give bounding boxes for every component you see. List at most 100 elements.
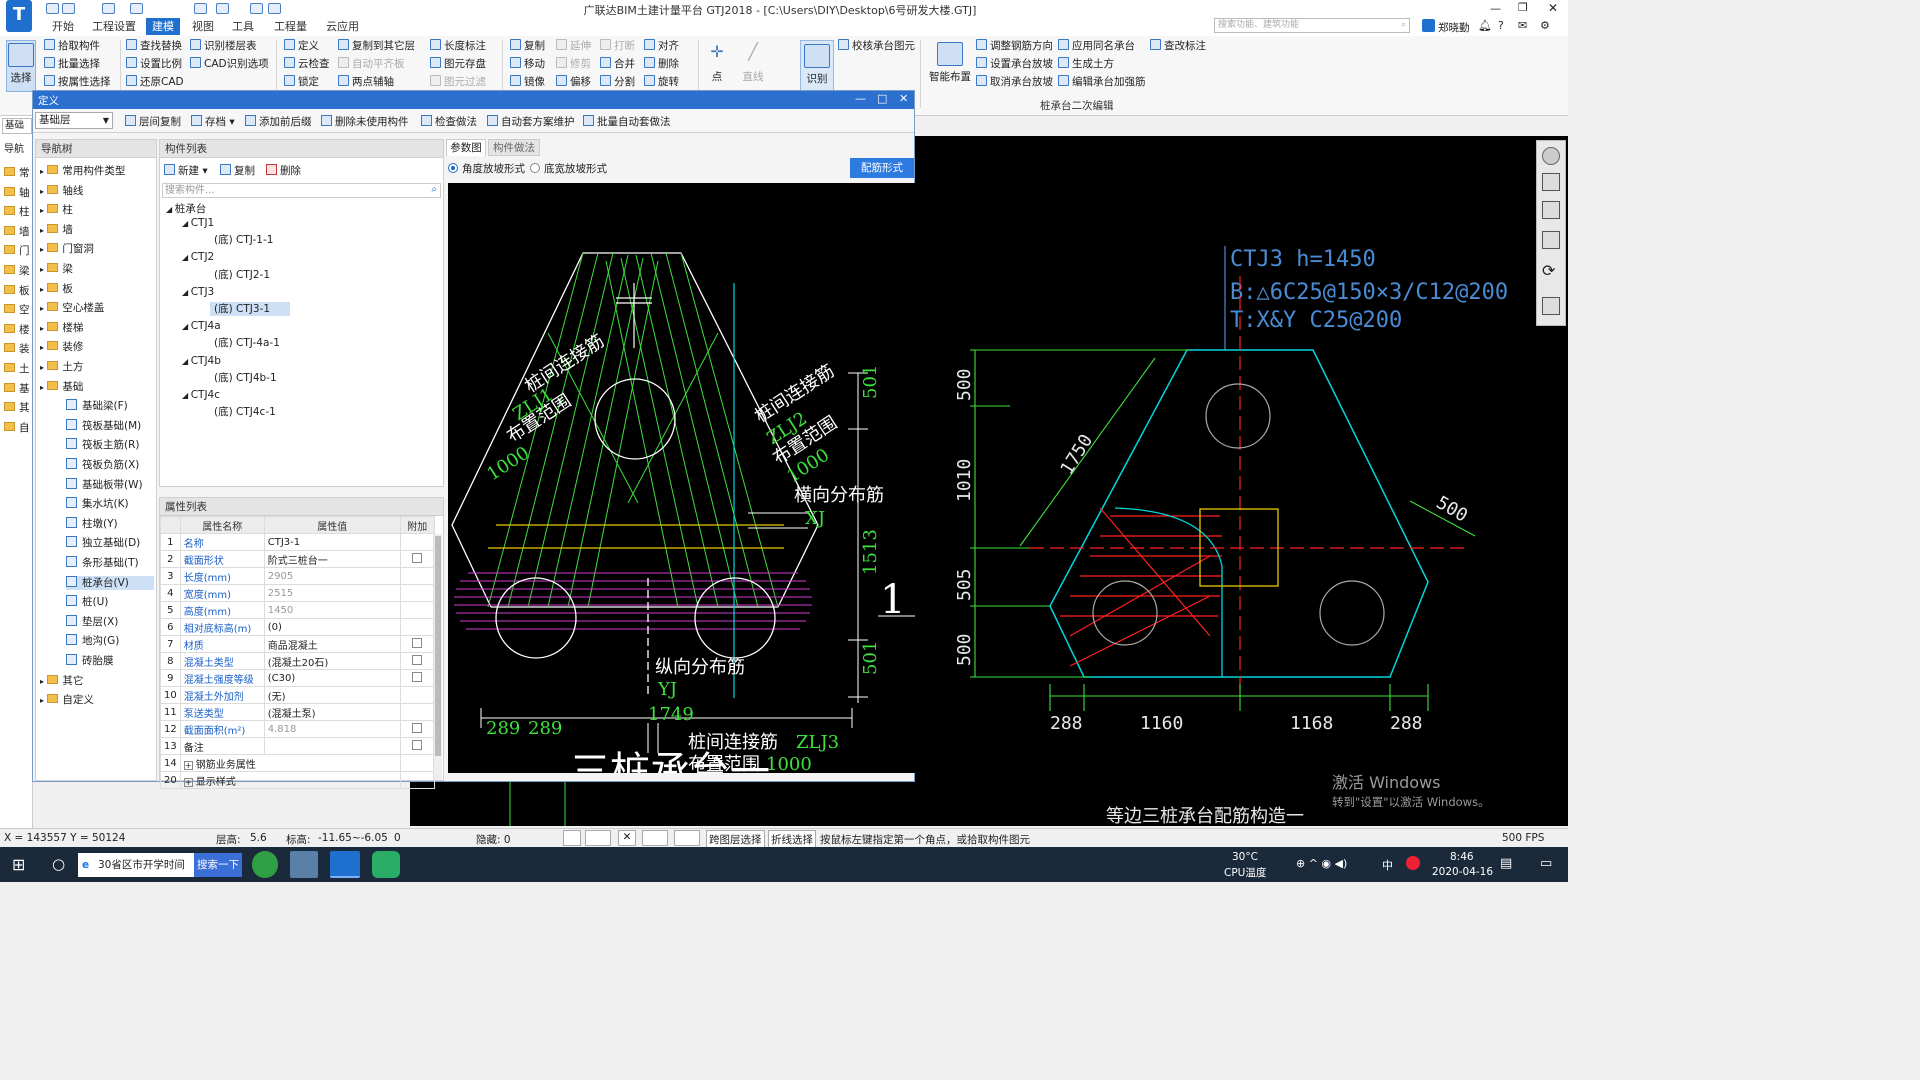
element-save-button[interactable]: 图元存盘 [430, 57, 486, 71]
tree-group[interactable]: ◢ CTJ2 [182, 250, 214, 265]
property-row[interactable]: 13 备注 [160, 737, 435, 755]
task-view-icon[interactable]: ○ [52, 855, 65, 873]
nav-item[interactable]: ▸ 其它 [40, 674, 83, 689]
menu-quantity[interactable]: 工程量 [268, 18, 313, 35]
nav-item[interactable]: ▸ 墙 [40, 223, 73, 238]
edit-cap-reinforcement-button[interactable]: 编辑承台加强筋 [1058, 75, 1146, 89]
property-value[interactable]: (混凝土泵) [263, 703, 401, 721]
app-gtj-icon[interactable] [330, 851, 360, 878]
two-point-axis-button[interactable]: 两点辅轴 [338, 75, 394, 89]
property-row[interactable]: 7 材质 商品混凝土 [160, 635, 435, 653]
mirror-button[interactable]: 镜像 [510, 75, 545, 89]
nav-item[interactable]: ▸ 轴线 [40, 184, 83, 199]
redo-icon[interactable] [130, 3, 143, 14]
nav-sub-item[interactable]: 砖胎膜 [66, 654, 114, 668]
main-nav-item[interactable]: 楼 [4, 323, 30, 337]
main-nav-item[interactable]: 常 [4, 166, 30, 180]
offset-button[interactable]: 偏移 [556, 75, 591, 89]
property-value[interactable] [263, 737, 401, 755]
trim-button[interactable]: 修剪 [556, 57, 591, 71]
main-nav-item[interactable]: 轴 [4, 186, 30, 200]
search-box[interactable]: 搜索功能、建筑功能 ⌕ [1214, 18, 1410, 33]
length-dimension-button[interactable]: 长度标注 [430, 39, 486, 53]
point-button[interactable]: ✛ 点 [704, 42, 730, 84]
property-row[interactable]: 1 名称 CTJ3-1 [160, 533, 435, 551]
nav-sub-item[interactable]: 垫层(X) [66, 614, 118, 629]
menu-project-settings[interactable]: 工程设置 [86, 18, 142, 35]
dialog-maximize-icon[interactable]: □ [877, 92, 887, 105]
tree-group[interactable]: ◢ CTJ3 [182, 285, 214, 300]
property-value[interactable]: 阶式三桩台一 [263, 550, 401, 568]
add-icon[interactable] [674, 830, 700, 846]
main-nav-item[interactable]: 板 [4, 284, 30, 298]
auto-scheme-button[interactable]: 自动套方案维护 [487, 114, 575, 129]
select-button[interactable]: 选择 [6, 40, 36, 92]
restore-cad-button[interactable]: 还原CAD [126, 75, 184, 89]
user-name[interactable]: 郑晓勤 [1438, 20, 1470, 35]
property-value[interactable]: (C30) [263, 669, 401, 687]
app-wechat-icon[interactable] [372, 851, 400, 878]
tree-group[interactable]: ◢ CTJ1 [182, 216, 214, 231]
modify-annotation-button[interactable]: 查改标注 [1150, 39, 1206, 53]
floor-dropdown[interactable]: 基础层 ▼ [35, 112, 113, 129]
check-pile-cap-button[interactable]: 校核承台图元 [838, 39, 915, 53]
find-replace-button[interactable]: 查找替换 [126, 39, 182, 53]
batch-auto-method-button[interactable]: 批量自动套做法 [583, 114, 671, 129]
tree-leaf[interactable]: (底) CTJ-1-1 [210, 233, 277, 247]
line-button[interactable]: ╱ 直线 [738, 42, 768, 84]
menu-view[interactable]: 视图 [186, 18, 220, 35]
restore-icon[interactable]: ❐ [1518, 1, 1528, 14]
expand-icon[interactable]: + [183, 760, 193, 770]
menu-cloud[interactable]: 云应用 [320, 18, 365, 35]
view-cube-icon[interactable] [1542, 173, 1560, 191]
archive-button[interactable]: 存档 ▾ [191, 114, 235, 129]
search-go-button[interactable]: 搜索一下 [194, 853, 242, 877]
tree-group[interactable]: ◢ CTJ4a [182, 319, 221, 334]
copy-component-button[interactable]: 复制 [220, 163, 255, 178]
define-button[interactable]: 定义 [284, 39, 319, 53]
main-nav-item[interactable]: 空 [4, 303, 30, 317]
generate-earthwork-button[interactable]: 生成土方 [1058, 57, 1114, 71]
property-value[interactable]: (混凝土20石) [263, 652, 401, 670]
checkbox-icon[interactable] [412, 739, 423, 750]
property-row[interactable]: 8 混凝土类型 (混凝土20石) [160, 652, 435, 670]
tree-leaf[interactable]: (底) CTJ4b-1 [210, 371, 281, 385]
property-row[interactable]: 9 混凝土强度等级 (C30) [160, 669, 435, 687]
nav-sub-item[interactable]: 筏板基础(M) [66, 418, 141, 433]
cancel-cap-slope-button[interactable]: 取消承台放坡 [976, 75, 1053, 89]
pick-component-button[interactable]: 拾取构件 [44, 39, 100, 53]
new-component-button[interactable]: 新建 ▾ [164, 163, 208, 178]
cloud-check-button[interactable]: 云检查 [284, 57, 330, 71]
nav-item[interactable]: ▸ 门窗洞 [40, 242, 94, 257]
tree-group[interactable]: ◢ CTJ4c [182, 388, 220, 403]
property-row[interactable]: 11 泵送类型 (混凝土泵) [160, 703, 435, 721]
extend-button[interactable]: 延伸 [556, 39, 591, 53]
property-row[interactable]: 12 截面面积(m²) 4.818 [160, 720, 435, 738]
dialog-minimize-icon[interactable]: — [855, 92, 866, 105]
radio-bottom-width-slope[interactable]: 底宽放坡形式 [530, 161, 607, 176]
nav-item[interactable]: ▸ 自定义 [40, 693, 94, 708]
rotate-button[interactable]: 旋转 [644, 75, 679, 89]
nav-tab[interactable]: 导航 [4, 140, 24, 155]
grid-view-icon[interactable] [1542, 297, 1560, 315]
property-row[interactable]: 2 截面形状 阶式三桩台一 [160, 550, 435, 568]
property-value[interactable]: CTJ3-1 [263, 533, 401, 551]
align-button[interactable]: 对齐 [644, 39, 679, 53]
nav-item[interactable]: ▸ 空心楼盖 [40, 301, 104, 316]
checkbox-icon[interactable] [412, 552, 423, 563]
nav-sub-item[interactable]: 集水坑(K) [66, 497, 129, 511]
property-value[interactable]: 2515 [263, 584, 401, 602]
checkbox-icon[interactable] [412, 671, 423, 682]
avatar[interactable] [1422, 19, 1435, 32]
floor-select[interactable]: 基础 [2, 118, 32, 134]
checkbox-icon[interactable] [412, 654, 423, 665]
show-desktop-icon[interactable]: ▭ [1540, 856, 1552, 871]
tree-group[interactable]: ◢ CTJ4b [182, 354, 221, 369]
property-row[interactable]: 5 高度(mm) 1450 [160, 601, 435, 619]
tab-parameter-diagram[interactable]: 参数图 [446, 139, 486, 156]
select-by-property-button[interactable]: 按属性选择 [44, 75, 111, 89]
tree-root[interactable]: ◢ 桩承台 [166, 202, 206, 217]
main-nav-item[interactable]: 墙 [4, 225, 30, 239]
menu-modeling[interactable]: 建模 [146, 18, 180, 35]
dialog-close-icon[interactable]: ✕ [899, 92, 908, 105]
